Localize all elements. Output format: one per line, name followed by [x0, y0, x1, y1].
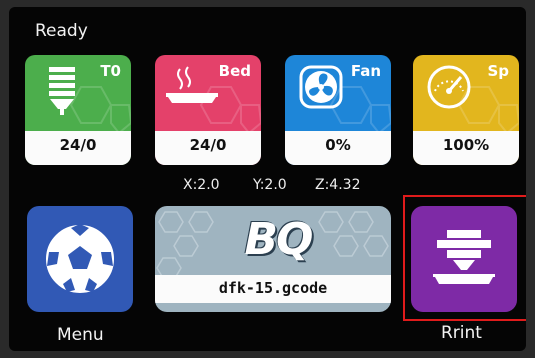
tile-value-bar: 0%	[285, 131, 391, 165]
z-coordinate: Z:4.32	[315, 177, 361, 193]
tile-label: T0	[100, 62, 121, 80]
file-name-bar: dfk-15.gcode	[155, 275, 391, 303]
tile-label: Fan	[350, 62, 381, 80]
tile-value-bar: 24/0	[155, 131, 261, 165]
tile-value: 0%	[325, 136, 351, 154]
tile-label: Sp	[487, 62, 509, 80]
tile-value: 24/0	[59, 136, 97, 154]
menu-button[interactable]	[27, 206, 133, 312]
menu-label: Menu	[57, 325, 104, 345]
file-panel[interactable]: BQ dfk-15.gcode	[155, 206, 391, 312]
bed-temperature-tile[interactable]: Bed 24/0	[155, 55, 261, 165]
tile-value-bar: 100%	[413, 131, 519, 165]
print-speed-tile[interactable]: Sp 100%	[413, 55, 519, 165]
tile-value: 24/0	[189, 136, 227, 154]
printer-extruder-icon	[433, 230, 495, 284]
nozzle-icon	[49, 67, 75, 115]
bq-logo: BQ	[244, 214, 314, 265]
tile-value: 100%	[442, 136, 490, 154]
x-coordinate: X:2.0	[183, 177, 220, 193]
fan-speed-tile[interactable]: Fan 0%	[285, 55, 391, 165]
printer-screen: Ready T0 24/0 Bed 24/0 Fan 0% Sp 100% X:…	[9, 7, 526, 351]
print-button[interactable]	[411, 206, 517, 312]
speedometer-icon	[427, 65, 471, 109]
file-name: dfk-15.gcode	[218, 279, 328, 297]
tile-label: Bed	[218, 62, 251, 80]
y-coordinate: Y:2.0	[253, 177, 287, 193]
tile-value-bar: 24/0	[25, 131, 131, 165]
heated-bed-icon	[166, 66, 218, 103]
soccer-ball-icon	[44, 223, 116, 295]
fan-icon	[299, 65, 343, 109]
nozzle-temperature-tile[interactable]: T0 24/0	[25, 55, 131, 165]
print-label: Rrint	[441, 323, 482, 343]
status-text: Ready	[35, 21, 88, 41]
